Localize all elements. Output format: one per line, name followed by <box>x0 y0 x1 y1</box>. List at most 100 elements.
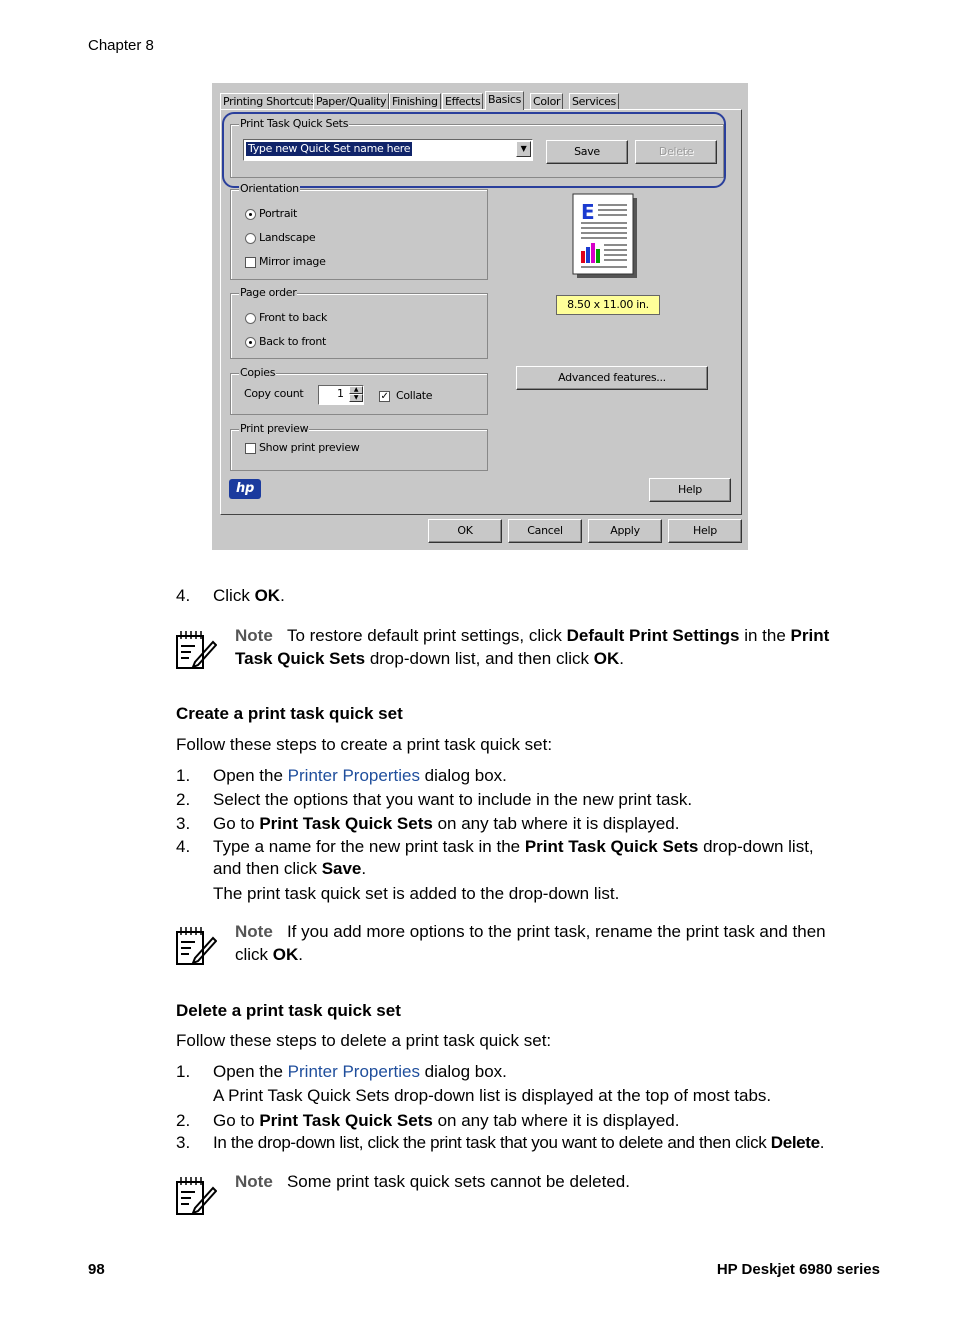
tab-effects[interactable]: Effects <box>442 93 484 110</box>
delete-step-1-number: 1. <box>176 1062 191 1081</box>
create-step-1-number: 1. <box>176 766 191 785</box>
note-text: Some print task quick sets cannot be del… <box>286 1172 630 1191</box>
spin-up-icon[interactable]: ▲ <box>349 386 363 394</box>
page-order-group: Page order <box>230 286 488 359</box>
note-rename-task: Note If you add more options to the prin… <box>235 920 885 966</box>
delete-step-3: In the drop-down list, click the print t… <box>213 1133 824 1153</box>
step-text-part: . <box>280 586 285 605</box>
page-number: 98 <box>88 1261 105 1278</box>
printer-properties-link[interactable]: Printer Properties <box>288 766 420 785</box>
create-step-2: Select the options that you want to incl… <box>213 790 693 809</box>
note-icon <box>176 927 217 965</box>
step-bold: Print Task Quick Sets <box>259 814 433 833</box>
step-bold: Delete <box>770 1133 820 1152</box>
collate-checkbox[interactable]: ✓ <box>379 391 390 402</box>
note-text: . <box>619 649 624 668</box>
note-text: If you add more options to the print tas… <box>286 922 826 941</box>
paper-size-display: 8.50 x 11.00 in. <box>556 295 660 315</box>
portrait-label: Portrait <box>259 207 298 220</box>
note-icon <box>176 1177 217 1215</box>
step-text-part: Open the <box>213 766 288 785</box>
step-text-part: . <box>819 1133 825 1152</box>
help-button[interactable]: Help <box>668 519 742 543</box>
svg-text:E: E <box>581 200 594 224</box>
note-bold: Task Quick Sets <box>235 649 366 668</box>
step-text-part: Type a name for the new print task in th… <box>213 837 525 856</box>
note-icon <box>176 631 217 669</box>
page-preview-icon: E <box>572 193 637 278</box>
note-restore-defaults: Note To restore default print settings, … <box>235 624 885 670</box>
delete-step-2: Go to Print Task Quick Sets on any tab w… <box>213 1111 680 1131</box>
mirror-image-label: Mirror image <box>259 255 326 268</box>
copy-count-value: 1 <box>337 387 344 400</box>
tab-basics[interactable]: Basics <box>485 91 525 110</box>
printer-properties-link[interactable]: Printer Properties <box>288 1062 420 1081</box>
hp-logo: hp <box>229 479 261 499</box>
step-text-part: and then click <box>213 859 322 878</box>
delete-step-3-number: 3. <box>176 1133 191 1152</box>
back-to-front-radio[interactable] <box>245 337 256 348</box>
print-preview-title: Print preview <box>239 422 310 435</box>
step-text-part: In the drop-down list, click the print t… <box>213 1133 771 1152</box>
step-text-part: Go to <box>213 814 260 833</box>
collate-label: Collate <box>396 389 433 402</box>
tab-services[interactable]: Services <box>569 93 619 110</box>
delete-step-1-result: A Print Task Quick Sets drop-down list i… <box>213 1086 772 1105</box>
landscape-radio[interactable] <box>245 233 256 244</box>
step-bold: Save <box>321 859 362 878</box>
tab-paper-quality[interactable]: Paper/Quality <box>313 93 390 110</box>
ok-button[interactable]: OK <box>428 519 502 543</box>
tab-finishing[interactable]: Finishing <box>389 93 441 110</box>
create-step-1: Open the Printer Properties dialog box. <box>213 766 507 786</box>
create-step-4-result: The print task quick set is added to the… <box>213 884 620 903</box>
page-order-title: Page order <box>239 286 298 299</box>
step-text-part: on any tab where it is displayed. <box>432 1111 680 1130</box>
step-text-part: on any tab where it is displayed. <box>432 814 680 833</box>
portrait-radio[interactable] <box>245 209 256 220</box>
note-label: Note <box>235 1172 273 1191</box>
create-step-4-line-2: and then click Save. <box>213 859 366 879</box>
advanced-features-button[interactable]: Advanced features... <box>516 366 708 390</box>
step-bold: Print Task Quick Sets <box>524 837 699 856</box>
tab-printing-shortcuts[interactable]: Printing Shortcuts <box>220 93 319 110</box>
delete-intro: Follow these steps to delete a print tas… <box>176 1031 552 1050</box>
delete-heading: Delete a print task quick set <box>176 1001 401 1020</box>
step-text-part: drop-down list, <box>698 837 814 856</box>
spin-down-icon[interactable]: ▼ <box>349 394 363 402</box>
landscape-label: Landscape <box>259 231 316 244</box>
panel-help-button[interactable]: Help <box>649 478 731 502</box>
step-text-part: Open the <box>213 1062 288 1081</box>
step-bold: Print Task Quick Sets <box>259 1111 433 1130</box>
product-name: HP Deskjet 6980 series <box>716 1261 880 1278</box>
note-bold: OK <box>593 649 620 668</box>
copies-title: Copies <box>239 366 277 379</box>
cancel-button[interactable]: Cancel <box>508 519 582 543</box>
create-step-4: Type a name for the new print task in th… <box>213 837 814 857</box>
note-cannot-delete: Note Some print task quick sets cannot b… <box>235 1170 885 1193</box>
note-label: Note <box>235 626 273 645</box>
step-text-part: dialog box. <box>419 766 507 785</box>
create-step-3: Go to Print Task Quick Sets on any tab w… <box>213 814 680 834</box>
copy-count-stepper[interactable]: 1 ▲ ▼ <box>318 385 364 405</box>
mirror-image-checkbox[interactable] <box>245 257 256 268</box>
step-text-part: . <box>361 859 367 878</box>
note-label: Note <box>235 922 273 941</box>
tab-color[interactable]: Color <box>530 93 564 110</box>
note-text: To restore default print settings, click <box>286 626 567 645</box>
create-heading: Create a print task quick set <box>176 704 403 723</box>
note-text: click <box>235 945 273 964</box>
apply-button[interactable]: Apply <box>588 519 662 543</box>
step-number: 4. <box>176 586 191 605</box>
step-text-part: Go to <box>213 1111 260 1130</box>
show-print-preview-checkbox[interactable] <box>245 443 256 454</box>
create-step-2-number: 2. <box>176 790 191 809</box>
delete-step-1: Open the Printer Properties dialog box. <box>213 1062 507 1082</box>
step-text-part: Click <box>213 586 255 605</box>
highlight-ring <box>222 112 726 188</box>
note-text: . <box>298 945 304 964</box>
front-to-back-radio[interactable] <box>245 313 256 324</box>
step-text-part: dialog box. <box>419 1062 507 1081</box>
create-step-4-number: 4. <box>176 837 191 856</box>
printer-properties-dialog: Printing Shortcuts Paper/Quality Finishi… <box>212 83 748 550</box>
chapter-header: Chapter 8 <box>88 37 154 54</box>
